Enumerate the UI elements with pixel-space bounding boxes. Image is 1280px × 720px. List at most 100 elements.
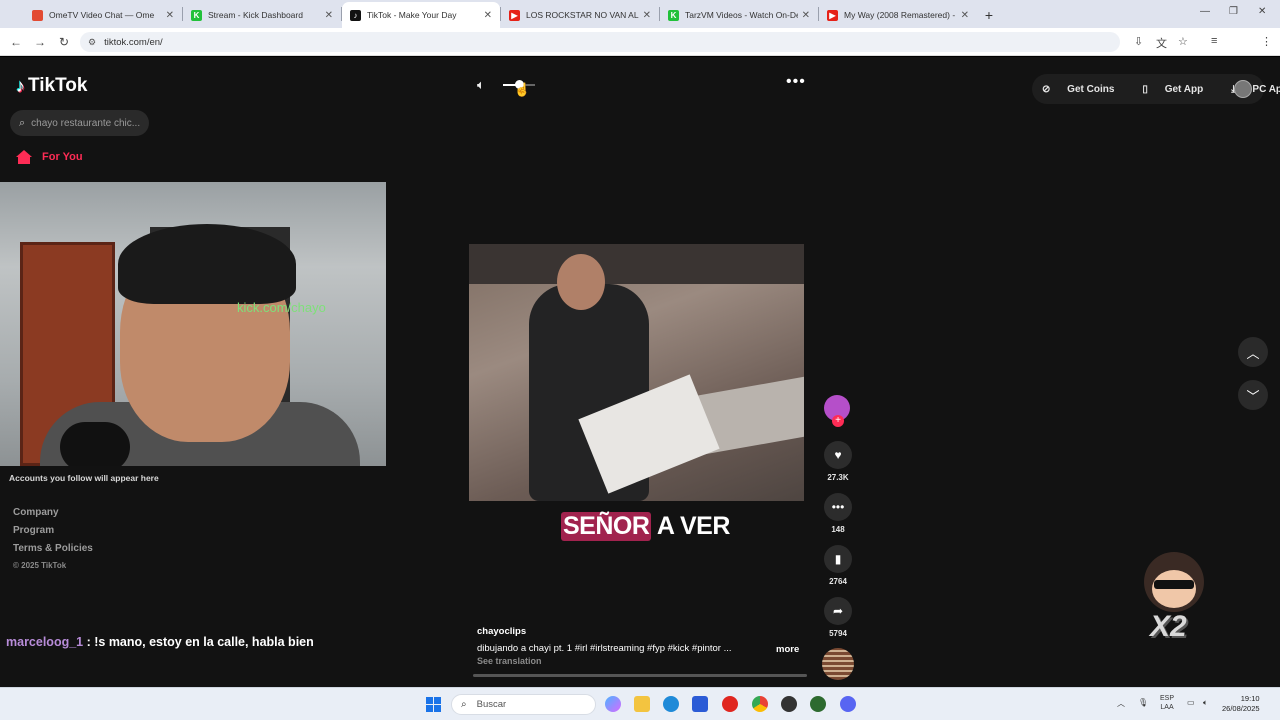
new-tab-plus-icon[interactable]: + bbox=[977, 2, 1001, 28]
store-icon[interactable] bbox=[692, 696, 708, 712]
comment-count: 148 bbox=[831, 525, 845, 534]
site-info-icon[interactable]: ⚙ bbox=[88, 37, 96, 48]
browser-tab[interactable]: ▶ My Way (2008 Remastered) - Y ✕ bbox=[819, 2, 977, 28]
comment-icon[interactable]: ••• bbox=[824, 493, 852, 521]
footer-terms-link[interactable]: Terms & Policies bbox=[13, 543, 93, 554]
following-empty-note: Accounts you follow will appear here bbox=[9, 473, 159, 483]
search-icon: ⌕ bbox=[19, 116, 26, 129]
clock-time: 19:10 bbox=[1240, 694, 1260, 703]
footer-links: Company Program Terms & Policies © 2025 … bbox=[13, 507, 93, 577]
tab-close-icon[interactable]: ✕ bbox=[643, 10, 651, 21]
get-app-button[interactable]: ▯ Get App bbox=[1142, 84, 1217, 95]
tiktok-note-icon: ♪ bbox=[16, 75, 25, 96]
windows-start-icon[interactable] bbox=[426, 697, 441, 712]
system-clock[interactable]: 19:10 26/08/2025 bbox=[1222, 694, 1260, 714]
search-placeholder: chayo restaurante chic... bbox=[31, 117, 141, 129]
get-coins-label: Get Coins bbox=[1067, 83, 1115, 95]
tiktok-brand-text: TikTok bbox=[28, 75, 88, 96]
edge-icon[interactable] bbox=[663, 696, 679, 712]
media-control-icon[interactable]: ≡ bbox=[1211, 35, 1217, 47]
footer-program-link[interactable]: Program bbox=[13, 525, 93, 536]
description-more-link[interactable]: more bbox=[776, 644, 799, 655]
browser-tab[interactable]: K Stream - Kick Dashboard ✕ bbox=[183, 2, 341, 28]
browser-tab-strip: OmeTV Video Chat — Ome ✕ K Stream - Kick Da… bbox=[0, 0, 1280, 28]
bookmark-icon[interactable]: ▮ bbox=[824, 545, 852, 573]
previous-video-chevron-up-icon[interactable]: ︿ bbox=[1238, 337, 1268, 367]
tab-favicon-icon: ▶ bbox=[827, 9, 838, 21]
browser-tab[interactable]: ▶ LOS ROCKSTAR NO VAN AL CI ✕ bbox=[501, 2, 659, 28]
tab-close-icon[interactable]: ✕ bbox=[484, 10, 492, 21]
video-author[interactable]: chayoclips bbox=[477, 626, 526, 637]
webcam-overlay bbox=[0, 182, 386, 466]
tab-close-icon[interactable]: ✕ bbox=[166, 10, 174, 21]
network-icon[interactable]: ▭ bbox=[1187, 698, 1195, 707]
reload-icon[interactable]: ↻ bbox=[52, 35, 76, 49]
tiktok-page: ♪ TikTok ⌕ chayo restaurante chic... For… bbox=[0, 57, 1280, 687]
share-count: 5794 bbox=[829, 629, 847, 638]
share-arrow-icon[interactable]: ➦ bbox=[824, 597, 852, 625]
taskbar-search-placeholder: Buscar bbox=[476, 699, 507, 710]
browser-tab[interactable]: ♪ TikTok - Make Your Day ✕ bbox=[342, 2, 500, 28]
opera-icon[interactable] bbox=[722, 696, 738, 712]
back-icon[interactable]: ← bbox=[4, 35, 28, 49]
tiktok-logo[interactable]: ♪ TikTok bbox=[16, 75, 87, 97]
bookmark-star-icon[interactable]: ☆ bbox=[1178, 35, 1188, 48]
nav-for-you[interactable]: For You bbox=[16, 150, 83, 164]
tab-title: TarzVM Videos - Watch On-De bbox=[685, 10, 798, 20]
follow-plus-icon[interactable]: + bbox=[832, 415, 844, 427]
subtitle-rest: A VER bbox=[651, 511, 730, 540]
video-description: dibujando a chayi pt. 1 #irl #irlstreami… bbox=[477, 643, 732, 654]
browser-tab[interactable]: K TarzVM Videos - Watch On-De ✕ bbox=[660, 2, 818, 28]
tab-close-icon[interactable]: ✕ bbox=[802, 10, 810, 21]
restore-icon[interactable]: ❐ bbox=[1229, 6, 1238, 17]
translate-icon[interactable]: 文 bbox=[1156, 35, 1167, 51]
url-field[interactable]: ⚙ tiktok.com/en/ bbox=[80, 32, 1120, 52]
nav-for-you-label: For You bbox=[42, 151, 83, 163]
speaker-icon[interactable]: 🔈︎ bbox=[477, 77, 485, 93]
volume-icon[interactable]: 🔈︎ bbox=[1203, 698, 1208, 708]
tab-close-icon[interactable]: ✕ bbox=[325, 10, 333, 21]
get-app-label: Get App bbox=[1164, 83, 1204, 95]
install-app-icon[interactable]: ⇩ bbox=[1134, 35, 1143, 48]
next-video-chevron-down-icon[interactable]: ﹀ bbox=[1238, 380, 1268, 410]
video-player[interactable] bbox=[469, 244, 804, 501]
microphone-icon[interactable]: 🎙︎ bbox=[1138, 698, 1148, 707]
copilot-icon[interactable] bbox=[605, 696, 621, 712]
browser-menu-icon[interactable]: ⋮ bbox=[1261, 35, 1272, 48]
like-heart-icon[interactable]: ♥ bbox=[824, 441, 852, 469]
tab-favicon-icon: ▶ bbox=[509, 9, 520, 21]
tray-chevron-up-icon[interactable]: ︿ bbox=[1117, 698, 1125, 709]
xbox-icon[interactable] bbox=[810, 696, 826, 712]
tab-favicon-icon bbox=[32, 9, 43, 21]
language-indicator[interactable]: ESP LAA bbox=[1160, 694, 1174, 712]
taskbar-search-input[interactable]: ⌕ Buscar bbox=[451, 694, 596, 715]
address-bar: ← → ↻ ⚙ tiktok.com/en/ ⇩ 文 ☆ ≡ D ⋮ bbox=[0, 28, 1280, 77]
file-explorer-icon[interactable] bbox=[634, 696, 650, 712]
video-progress-bar[interactable] bbox=[473, 674, 807, 677]
save-count: 2764 bbox=[829, 577, 847, 586]
chrome-icon[interactable] bbox=[752, 696, 768, 712]
subtitle-highlight-word: SEÑOR bbox=[561, 511, 652, 541]
see-translation-link[interactable]: See translation bbox=[477, 656, 542, 666]
user-avatar[interactable] bbox=[1234, 80, 1252, 98]
footer-company-link[interactable]: Company bbox=[13, 507, 93, 518]
browser-tab[interactable]: OmeTV Video Chat — Ome ✕ bbox=[24, 2, 182, 28]
music-disc-icon[interactable] bbox=[822, 648, 854, 680]
more-options-icon[interactable]: ••• bbox=[786, 73, 806, 91]
forward-icon[interactable]: → bbox=[28, 35, 52, 49]
minimize-icon[interactable]: — bbox=[1200, 6, 1210, 17]
webcam-microphone bbox=[60, 422, 130, 466]
discord-icon[interactable] bbox=[840, 696, 856, 712]
search-input[interactable]: ⌕ chayo restaurante chic... bbox=[10, 110, 149, 136]
sticker-sunglasses bbox=[1154, 580, 1194, 589]
tab-close-icon[interactable]: ✕ bbox=[961, 10, 969, 21]
webcam-streamer-headset bbox=[118, 224, 296, 304]
sticker-face bbox=[1152, 570, 1196, 608]
tab-favicon-icon: K bbox=[191, 9, 202, 21]
obs-icon[interactable] bbox=[781, 696, 797, 712]
get-coins-button[interactable]: ⊘ Get Coins bbox=[1042, 84, 1128, 95]
close-window-icon[interactable]: ✕ bbox=[1258, 6, 1266, 17]
share-action: ➦ 5794 bbox=[822, 597, 854, 638]
language-code: ESP bbox=[1160, 695, 1175, 702]
chat-username: marceloog_1 bbox=[6, 635, 84, 649]
